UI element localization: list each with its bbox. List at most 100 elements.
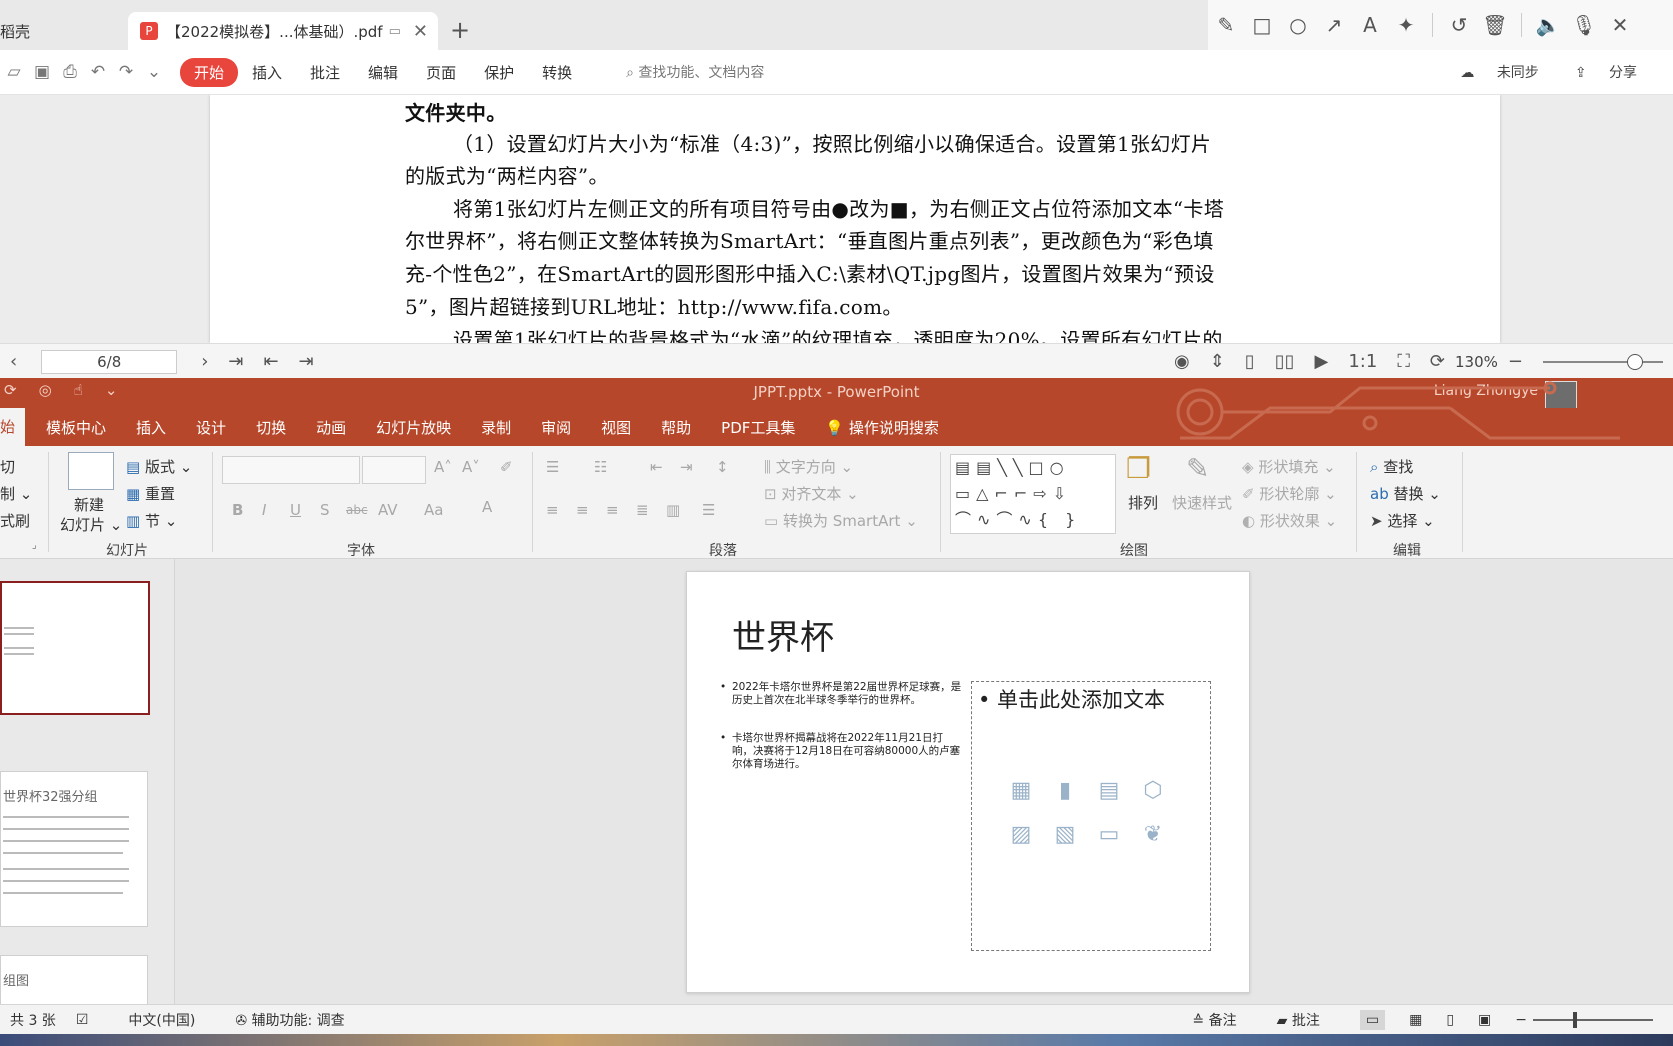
- undo-icon[interactable]: ↺: [1441, 13, 1477, 37]
- arrange-icon[interactable]: ❐: [1126, 452, 1151, 485]
- font-name-combo[interactable]: [222, 456, 360, 484]
- tab-help[interactable]: 帮助: [646, 417, 706, 438]
- new-slide-label[interactable]: 新建: [74, 494, 104, 515]
- slide-bullet[interactable]: 卡塔尔世界杯揭幕战将在2022年11月21日打响，决赛将于12月18日在可容纳8…: [720, 732, 962, 771]
- menu-edit[interactable]: 编辑: [354, 62, 412, 83]
- arrange-button[interactable]: 排列: [1128, 492, 1158, 513]
- insert-table-icon[interactable]: ▦: [1006, 778, 1036, 806]
- insert-smartart-icon[interactable]: ▤: [1094, 778, 1124, 806]
- shapes-gallery[interactable]: ▤▤╲╲□○ ▭△⌐⌐⇨⇩ ⌒∿⌒∿{ }: [950, 454, 1116, 534]
- numbering-icon[interactable]: ☷: [594, 458, 607, 476]
- shape-fill-button[interactable]: ◈ 形状填充 ⌄: [1242, 456, 1336, 477]
- quick-styles-button[interactable]: 快速样式: [1172, 492, 1232, 513]
- play-icon[interactable]: ▶: [1315, 351, 1329, 372]
- page-number-input[interactable]: 6/8: [41, 349, 178, 374]
- next-page-icon[interactable]: ›: [201, 351, 208, 372]
- slide-canvas[interactable]: 世界杯 2022年卡塔尔世界杯是第22届世界杯足球赛，是历史上首次在北半球冬季举…: [686, 571, 1250, 993]
- tab-design[interactable]: 设计: [181, 417, 241, 438]
- zoom-out-icon[interactable]: −: [1508, 351, 1523, 372]
- share-button[interactable]: ⇪ 分享: [1575, 62, 1655, 82]
- shape-effects-button[interactable]: ◐ 形状效果 ⌄: [1242, 510, 1337, 531]
- find-button[interactable]: ⌕ 查找: [1370, 456, 1413, 477]
- content-placeholder[interactable]: • 单击此处添加文本 ▦ ▮ ▤ ⬡ ▨ ▧ ▭ ❦: [971, 681, 1211, 951]
- spellcheck-icon[interactable]: ☑: [76, 1012, 89, 1028]
- sync-button[interactable]: ☁ 未同步: [1460, 62, 1556, 82]
- decrease-font-icon[interactable]: A˅: [462, 458, 480, 476]
- circle-icon[interactable]: ○: [1280, 13, 1316, 37]
- distributed-icon[interactable]: ▥: [666, 501, 680, 519]
- select-button[interactable]: ➤ 选择 ⌄: [1370, 510, 1435, 531]
- comments-button[interactable]: ▰ 批注: [1277, 1010, 1320, 1030]
- speaker-icon[interactable]: 🔈: [1530, 13, 1566, 37]
- justify-icon[interactable]: ≣: [636, 501, 649, 519]
- insert-online-picture-icon[interactable]: ▧: [1050, 822, 1080, 850]
- tab-insert[interactable]: 插入: [121, 417, 181, 438]
- zoom-level[interactable]: 130%: [1455, 353, 1498, 371]
- sorter-view-icon[interactable]: ▦: [1409, 1012, 1422, 1028]
- accessibility-button[interactable]: ✇ 辅助功能: 调查: [235, 1010, 344, 1030]
- zoom-slider[interactable]: [1533, 1012, 1653, 1028]
- tab-pdf-document[interactable]: P 【2022模拟卷】...体基础）.pdf ▭ ✕: [128, 12, 438, 50]
- ppt-user-name[interactable]: Liang Zhongye: [1434, 383, 1538, 399]
- change-case-icon[interactable]: Aa: [424, 501, 443, 519]
- menu-annotate[interactable]: 批注: [296, 62, 354, 83]
- align-right-icon[interactable]: ≡: [606, 501, 619, 519]
- close-icon[interactable]: ✕: [1602, 13, 1638, 37]
- highlighter-icon[interactable]: ✦: [1388, 13, 1424, 37]
- avatar[interactable]: [1545, 381, 1577, 409]
- slide-thumbnail-2[interactable]: 世界杯32强分组: [0, 771, 148, 927]
- single-page-icon[interactable]: ▯: [1245, 351, 1255, 372]
- tab-home[interactable]: 始: [0, 408, 26, 446]
- shape-outline-button[interactable]: ✐ 形状轮廓 ⌄: [1242, 483, 1337, 504]
- convert-smartart-button[interactable]: ▭ 转换为 SmartArt ⌄: [764, 510, 918, 531]
- align-text-button[interactable]: ⊡ 对齐文本 ⌄: [764, 483, 859, 504]
- back-icon[interactable]: ⇤: [264, 351, 279, 372]
- menu-page[interactable]: 页面: [412, 62, 470, 83]
- redo-icon[interactable]: ↷: [112, 62, 140, 82]
- insert-video-icon[interactable]: ▭: [1094, 822, 1124, 850]
- zoom-slider[interactable]: [1543, 353, 1663, 370]
- reading-view-icon[interactable]: ▯: [1446, 1012, 1454, 1028]
- last-page-icon[interactable]: ⇥: [228, 351, 243, 372]
- menu-protect[interactable]: 保护: [470, 62, 528, 83]
- slide-title[interactable]: 世界杯: [732, 610, 834, 659]
- increase-indent-icon[interactable]: ⇥: [680, 458, 693, 476]
- search-box[interactable]: ⌕ 查找功能、文档内容: [626, 62, 764, 82]
- new-slide-dropdown[interactable]: 幻灯片 ⌄: [60, 514, 122, 535]
- quick-styles-icon[interactable]: ✎: [1186, 452, 1209, 485]
- folder-icon[interactable]: ▱: [0, 62, 28, 82]
- tell-me-search[interactable]: 💡 操作说明搜索: [810, 417, 953, 438]
- microphone-icon[interactable]: 🎙: [1566, 13, 1602, 37]
- new-slide-icon[interactable]: [68, 452, 114, 490]
- delete-icon[interactable]: 🗑: [1477, 13, 1513, 37]
- tab-review[interactable]: 审阅: [526, 417, 586, 438]
- italic-icon[interactable]: I: [262, 501, 266, 519]
- decrease-indent-icon[interactable]: ⇤: [650, 458, 663, 476]
- section-button[interactable]: ▥ 节 ⌄: [126, 510, 177, 531]
- insert-3d-model-icon[interactable]: ⬡: [1138, 778, 1168, 806]
- cut-button[interactable]: 切: [0, 456, 15, 477]
- tab-animations[interactable]: 动画: [301, 417, 361, 438]
- clear-format-icon[interactable]: ✐: [500, 458, 513, 476]
- dialog-launcher-icon[interactable]: ⌟: [32, 540, 37, 551]
- font-size-combo[interactable]: [362, 456, 426, 484]
- insert-chart-icon[interactable]: ▮: [1050, 778, 1080, 806]
- placeholder-text[interactable]: • 单击此处添加文本: [978, 684, 1165, 714]
- insert-icons-icon[interactable]: ❦: [1138, 822, 1168, 850]
- slide-bullet[interactable]: 2022年卡塔尔世界杯是第22届世界杯足球赛，是历史上首次在北半球冬季举行的世界…: [720, 681, 962, 707]
- zoom-out-icon[interactable]: −: [1515, 1012, 1527, 1028]
- font-color-icon[interactable]: A: [482, 498, 492, 516]
- forward-icon[interactable]: ⇥: [299, 351, 314, 372]
- rotate-icon[interactable]: ⟳: [1430, 351, 1445, 372]
- tab-transitions[interactable]: 切换: [241, 417, 301, 438]
- increase-font-icon[interactable]: A˄: [434, 458, 452, 476]
- menu-convert[interactable]: 转换: [528, 62, 586, 83]
- reset-button[interactable]: ▦ 重置: [126, 483, 175, 504]
- slideshow-view-icon[interactable]: ▣: [1478, 1012, 1491, 1028]
- tab-template-center[interactable]: 模板中心: [31, 417, 121, 438]
- bold-icon[interactable]: B: [232, 501, 243, 519]
- format-painter-button[interactable]: 式刷: [0, 510, 30, 531]
- strikethrough-icon[interactable]: abc: [346, 503, 368, 517]
- tab-pdf-tools[interactable]: PDF工具集: [706, 417, 810, 438]
- char-spacing-icon[interactable]: AV: [378, 501, 398, 519]
